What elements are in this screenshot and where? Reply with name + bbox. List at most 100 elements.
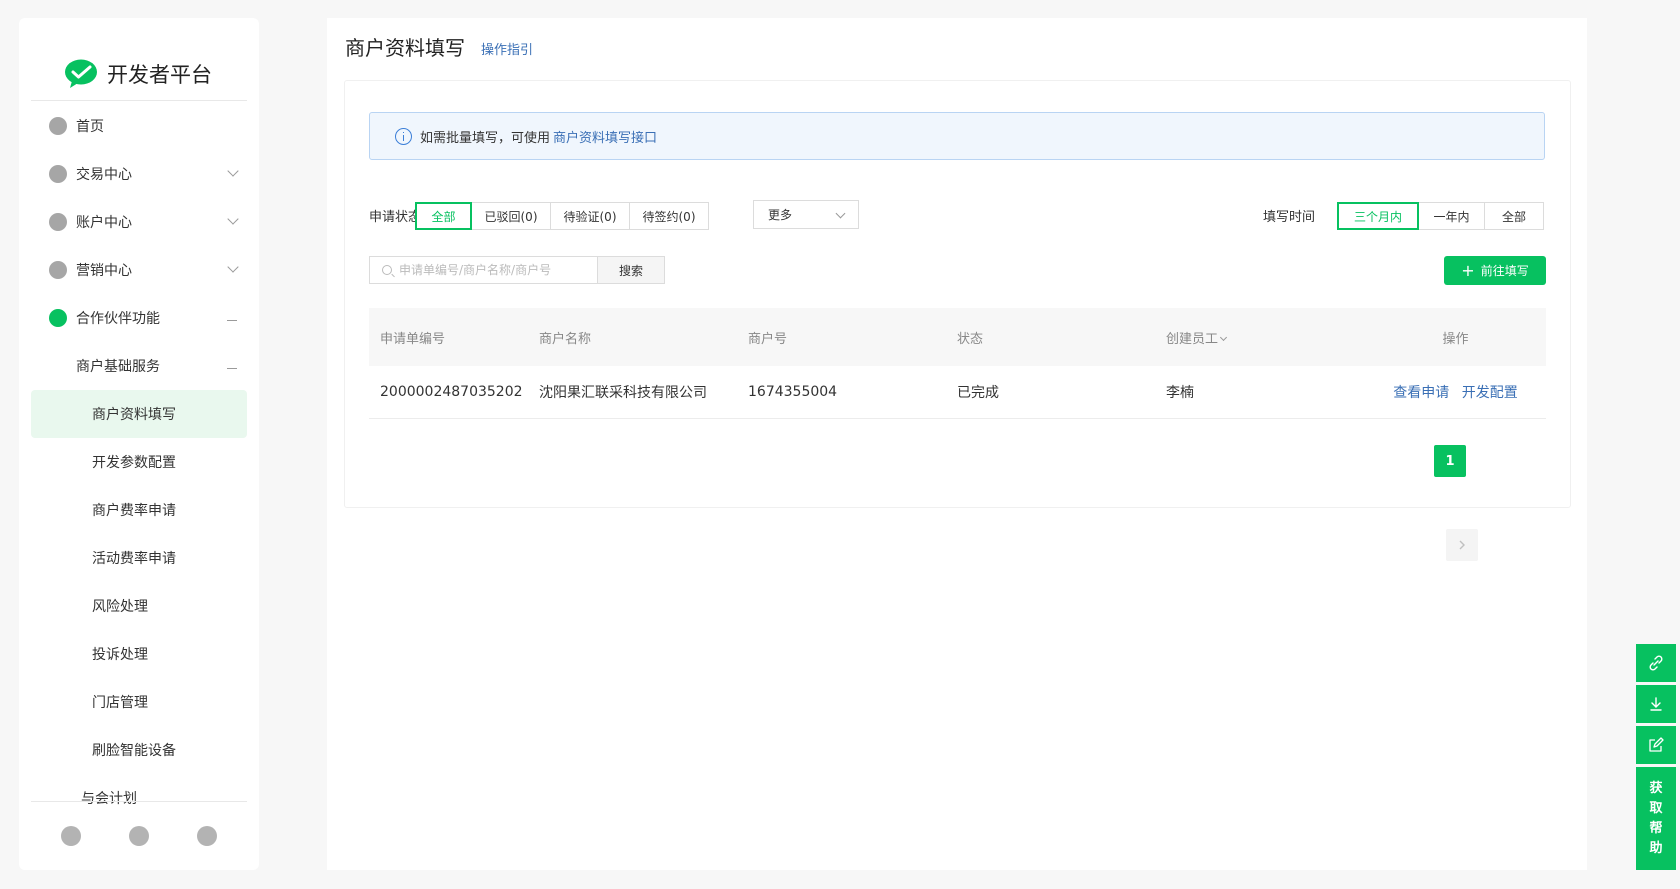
wechat-pay-logo-icon xyxy=(65,59,97,88)
view-application-link[interactable]: 查看申请 xyxy=(1393,385,1449,401)
sidebar-item-label: 交易中心 xyxy=(76,167,132,183)
sidebar-item-merchant-info[interactable]: 商户资料填写 xyxy=(31,390,247,438)
sidebar-item-complaint[interactable]: 投诉处理 xyxy=(31,630,247,678)
cell-actions: 查看申请 开发配置 xyxy=(1365,382,1546,402)
status-filter-label: 申请状态 xyxy=(369,210,422,225)
sidebar-item-activity-rate[interactable]: 活动费率申请 xyxy=(31,534,247,582)
link-button[interactable] xyxy=(1636,644,1676,682)
time-filter-label: 填写时间 xyxy=(1263,210,1316,225)
time-option-3-months[interactable]: 三个月内 xyxy=(1337,202,1419,230)
sidebar-item-partial[interactable]: 与会计划 xyxy=(31,774,247,810)
applications-table: 申请单编号 商户名称 商户号 状态 创建员工 操作 20000024870352… xyxy=(369,308,1546,419)
sidebar-item-home[interactable]: 首页 xyxy=(31,102,247,150)
sidebar-divider xyxy=(31,100,247,101)
dev-config-link[interactable]: 开发配置 xyxy=(1462,385,1518,401)
download-button[interactable] xyxy=(1636,685,1676,723)
sidebar-item-risk[interactable]: 风险处理 xyxy=(31,582,247,630)
brand-name: 开发者平台 xyxy=(107,63,212,87)
sidebar-item-partner[interactable]: 合作伙伴功能 xyxy=(31,294,247,342)
next-page-button[interactable] xyxy=(1446,529,1478,561)
sidebar-item-label: 账户中心 xyxy=(76,215,132,231)
cell-merchant-no: 1674355004 xyxy=(748,384,838,400)
chevron-down-icon xyxy=(227,165,239,177)
more-select-label: 更多 xyxy=(768,208,793,222)
sidebar-item-label: 门店管理 xyxy=(92,695,148,711)
go-fill-button[interactable]: + 前往填写 xyxy=(1444,256,1546,285)
page-button-current[interactable]: 1 xyxy=(1434,445,1466,477)
sidebar-group-merchant-basic[interactable]: 商户基础服务 xyxy=(31,342,247,390)
guide-link[interactable]: 操作指引 xyxy=(481,39,533,58)
info-notice: 如需批量填写，可使用 商户资料填写接口 xyxy=(369,112,1545,160)
api-link[interactable]: 商户资料填写接口 xyxy=(553,127,657,146)
status-option-all[interactable]: 全部 xyxy=(415,202,472,230)
search-box xyxy=(369,256,599,284)
pagination: 1 xyxy=(1425,445,1478,561)
sidebar-item-label: 商户资料填写 xyxy=(92,407,176,423)
cell-status: 已完成 xyxy=(957,385,999,401)
sidebar-footer xyxy=(19,826,259,846)
table-row: 2000002487035202 沈阳果汇联采科技有限公司 1674355004… xyxy=(369,366,1546,419)
search-button[interactable]: 搜索 xyxy=(597,256,665,284)
time-filter: 三个月内 一年内 全部 xyxy=(1337,202,1544,230)
sidebar-item-marketing[interactable]: 营销中心 xyxy=(31,246,247,294)
help-char: 取 xyxy=(1649,800,1663,816)
status-filter: 全部 已驳回(0) 待验证(0) 待签约(0) xyxy=(415,202,709,230)
time-option-1-year[interactable]: 一年内 xyxy=(1418,202,1485,230)
sidebar-item-face-device[interactable]: 刷脸智能设备 xyxy=(31,726,247,774)
get-help-button[interactable]: 获 取 帮 助 xyxy=(1636,767,1676,870)
search-input[interactable] xyxy=(399,263,589,277)
chevron-down-icon xyxy=(227,261,239,273)
marketing-icon xyxy=(49,261,67,279)
chevron-down-icon xyxy=(1219,333,1228,341)
more-status-select[interactable]: 更多 xyxy=(753,200,859,229)
sidebar-item-label: 与会计划 xyxy=(81,791,137,807)
column-header-creator[interactable]: 创建员工 xyxy=(1156,328,1365,347)
brand[interactable]: 开发者平台 xyxy=(64,54,212,94)
megaphone-icon[interactable] xyxy=(61,826,81,846)
status-option-pending-verify[interactable]: 待验证(0) xyxy=(550,202,630,230)
partner-icon xyxy=(49,309,67,327)
sidebar-item-label: 活动费率申请 xyxy=(92,551,176,567)
cell-merchant-name: 沈阳果汇联采科技有限公司 xyxy=(539,385,707,401)
collapse-icon xyxy=(227,368,237,370)
chevron-right-icon xyxy=(1459,540,1465,550)
download-icon xyxy=(1650,697,1662,711)
search-icon xyxy=(382,265,392,275)
cell-creator: 李楠 xyxy=(1166,385,1194,401)
sidebar-item-trade[interactable]: 交易中心 xyxy=(31,150,247,198)
column-header: 状态 xyxy=(957,331,984,347)
sidebar-item-store[interactable]: 门店管理 xyxy=(31,678,247,726)
sidebar-item-label: 首页 xyxy=(76,119,104,135)
help-char: 助 xyxy=(1649,840,1663,856)
collapse-icon xyxy=(227,320,237,322)
sidebar-item-label: 风险处理 xyxy=(92,599,148,615)
status-option-pending-sign[interactable]: 待签约(0) xyxy=(629,202,709,230)
user-icon[interactable] xyxy=(197,826,217,846)
help-char: 帮 xyxy=(1649,820,1663,836)
sidebar-item-label: 投诉处理 xyxy=(92,647,148,663)
page-title: 商户资料填写 xyxy=(345,36,465,60)
edit-icon xyxy=(1649,737,1664,752)
edit-button[interactable] xyxy=(1636,726,1676,764)
plus-icon: + xyxy=(1461,260,1475,280)
sidebar-item-dev-params[interactable]: 开发参数配置 xyxy=(31,438,247,486)
sidebar-divider xyxy=(31,801,247,802)
column-header: 商户名称 xyxy=(539,331,592,347)
account-icon xyxy=(49,213,67,231)
sidebar-item-label: 商户费率申请 xyxy=(92,503,176,519)
bell-icon[interactable] xyxy=(129,826,149,846)
chevron-down-icon xyxy=(835,208,846,219)
chevron-down-icon xyxy=(227,213,239,225)
sidebar-item-merchant-rate[interactable]: 商户费率申请 xyxy=(31,486,247,534)
sidebar: 开发者平台 首页 交易中心 账户中心 营销中心 合作伙伴功能 商户基础服务 商户… xyxy=(19,18,259,870)
sidebar-item-account[interactable]: 账户中心 xyxy=(31,198,247,246)
trade-icon xyxy=(49,165,67,183)
link-icon xyxy=(1649,655,1663,671)
help-toolbar: 获 取 帮 助 xyxy=(1636,644,1676,873)
time-option-all[interactable]: 全部 xyxy=(1484,202,1544,230)
sidebar-item-label: 商户基础服务 xyxy=(76,359,160,375)
sidebar-nav: 首页 交易中心 账户中心 营销中心 合作伙伴功能 商户基础服务 商户资料填写 开… xyxy=(31,102,247,810)
main-panel: 商户资料填写 操作指引 如需批量填写，可使用 商户资料填写接口 申请状态 全部 … xyxy=(327,18,1587,870)
status-option-rejected[interactable]: 已驳回(0) xyxy=(471,202,551,230)
help-char: 获 xyxy=(1649,780,1663,796)
